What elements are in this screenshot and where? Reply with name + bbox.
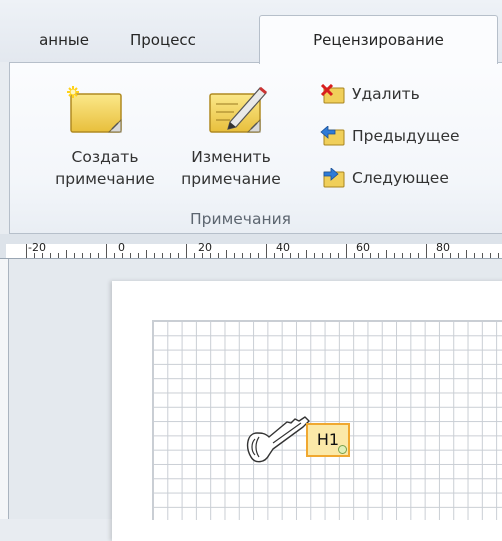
ruler-tick: [138, 253, 139, 258]
ribbon-tab-bar: анные Процесс Рецензирование: [0, 0, 502, 64]
ruler-tick: [226, 250, 227, 258]
next-comment-button[interactable]: Следующее: [320, 166, 500, 190]
ruler-label: 40: [276, 241, 290, 254]
ruler-tick: [58, 253, 59, 258]
horizontal-ruler[interactable]: -20 0 20 40 60 80: [6, 241, 502, 258]
ruler-tick: [370, 253, 371, 258]
previous-comment-icon: [320, 126, 345, 146]
new-comment-icon: [67, 86, 122, 133]
tab-data[interactable]: анные: [0, 19, 95, 62]
ruler-tick: [394, 253, 395, 258]
ruler-tick: [490, 253, 491, 258]
ruler-label: 60: [356, 241, 370, 254]
ruler-tick: [266, 244, 267, 258]
ruler-tick: [258, 253, 259, 258]
key-icon[interactable]: [243, 413, 313, 465]
ruler-tick: [194, 253, 195, 258]
edit-comment-label-1: Изменить: [191, 148, 271, 166]
delete-comment-icon: [320, 84, 345, 104]
ruler-tick: [114, 253, 115, 258]
ruler-tick: [42, 253, 43, 258]
ruler-tick: [362, 253, 363, 258]
ruler-tick: [130, 253, 131, 258]
previous-comment-button[interactable]: Предыдущее: [320, 124, 500, 148]
delete-comment-button[interactable]: Удалить: [320, 82, 500, 106]
ruler-tick: [162, 253, 163, 258]
next-comment-icon: [323, 168, 345, 188]
ruler-tick: [498, 253, 499, 258]
ruler-tick: [386, 250, 387, 258]
ruler-tick: [338, 253, 339, 258]
ruler-tick: [178, 253, 179, 258]
ruler-tick: [250, 253, 251, 258]
ruler-label: 80: [436, 241, 450, 254]
create-comment-label-1: Создать: [71, 148, 139, 166]
ruler-tick: [154, 253, 155, 258]
comments-group-label: Примечания: [190, 210, 291, 228]
ruler-label: -20: [28, 241, 46, 254]
ruler-tick: [282, 253, 283, 258]
ruler-tick: [410, 253, 411, 258]
comment-marker-label: H1: [316, 430, 340, 449]
ruler-tick: [458, 253, 459, 258]
ruler-tick: [474, 253, 475, 258]
edit-comment-button[interactable]: Изменить примечание: [156, 86, 306, 194]
ruler-tick: [322, 253, 323, 258]
create-comment-button[interactable]: Создать примечание: [44, 86, 166, 194]
ruler-tick: [98, 253, 99, 258]
ruler-tick: [466, 250, 467, 258]
ruler-tick: [354, 253, 355, 258]
previous-comment-label: Предыдущее: [352, 127, 460, 145]
ruler-tick: [82, 253, 83, 258]
ruler-tick: [274, 253, 275, 258]
ruler-tick: [298, 253, 299, 258]
ruler-tick: [74, 253, 75, 258]
comment-marker-corner: [338, 445, 347, 454]
ruler-tick: [306, 250, 307, 258]
ruler-tick: [170, 253, 171, 258]
ruler-tick: [146, 250, 147, 258]
ruler-tick: [442, 253, 443, 258]
page-grid: [152, 320, 502, 520]
ruler-tick: [290, 253, 291, 258]
ruler-tick: [34, 253, 35, 258]
ruler-tick: [418, 253, 419, 258]
vertical-ruler[interactable]: [0, 259, 9, 519]
ruler-tick: [218, 253, 219, 258]
ruler-tick: [26, 244, 27, 258]
ruler-tick: [314, 253, 315, 258]
ruler-tick: [122, 253, 123, 258]
tab-process[interactable]: Процесс: [130, 19, 240, 62]
ruler-tick: [378, 253, 379, 258]
edit-comment-icon: [209, 86, 267, 133]
ruler-tick: [50, 253, 51, 258]
ruler-tick: [330, 253, 331, 258]
ruler-tick: [210, 253, 211, 258]
edit-comment-label-2: примечание: [181, 170, 281, 188]
comment-marker[interactable]: H1: [306, 423, 350, 457]
delete-comment-label: Удалить: [352, 85, 420, 103]
tab-review[interactable]: Рецензирование: [259, 15, 498, 64]
ruler-tick: [106, 244, 107, 258]
ruler-tick: [434, 253, 435, 258]
ruler-tick: [482, 253, 483, 258]
ruler-tick: [202, 253, 203, 258]
ruler-tick: [426, 244, 427, 258]
ruler-tick: [186, 244, 187, 258]
ruler-tick: [450, 253, 451, 258]
ruler-tick: [66, 250, 67, 258]
ruler-tick: [402, 253, 403, 258]
next-comment-label: Следующее: [352, 169, 449, 187]
ruler-tick: [90, 253, 91, 258]
ruler-tick: [234, 253, 235, 258]
create-comment-label-2: примечание: [55, 170, 155, 188]
ruler-tick: [346, 244, 347, 258]
ruler-tick: [242, 253, 243, 258]
